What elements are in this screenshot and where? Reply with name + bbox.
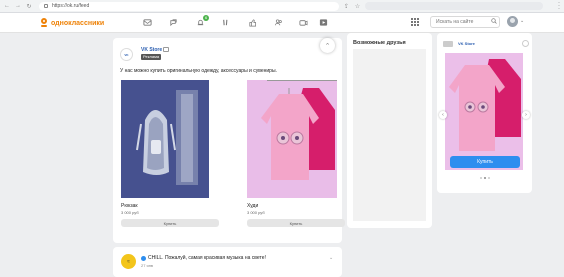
ok-logo[interactable]: одноклассники (40, 18, 104, 28)
product-card[interactable]: Рюкзак 3 000 руб Купить (121, 80, 226, 229)
hoodie-image[interactable] (247, 79, 337, 198)
collapse-button[interactable]: ⌃ (320, 38, 335, 53)
music-post-time: 27 янв (141, 263, 154, 268)
logo-text: одноклассники (51, 19, 105, 27)
music-post: ≈ CHILL. Пожалуй, самая красивая музыка … (113, 247, 342, 277)
forward-icon[interactable]: → (14, 2, 22, 10)
share-icon[interactable]: ⇪ (343, 3, 350, 10)
extensions-area (365, 2, 543, 10)
star-icon[interactable]: ☆ (354, 3, 361, 10)
music-icon[interactable] (318, 17, 328, 27)
post-author[interactable]: VK Store (141, 47, 162, 53)
friends-list (353, 49, 426, 221)
video-icon[interactable] (298, 17, 308, 27)
vk-store-avatar[interactable]: VK (120, 48, 133, 61)
chevron-down-icon[interactable]: ⌄ (329, 255, 333, 261)
ad-buy-button[interactable]: Купить (450, 156, 520, 168)
post-text: У нас можно купить оригинальную одежду, … (120, 68, 277, 74)
carousel-dots (480, 177, 490, 179)
browser-toolbar: ← → ↻ https://ok.ru/feed ⇪ ☆ · · · (0, 0, 564, 13)
buy-button[interactable]: Купить (121, 219, 219, 227)
events-icon[interactable] (247, 17, 257, 27)
friends-icon[interactable] (273, 17, 283, 27)
product-price: 3 000 руб (247, 210, 265, 215)
apps-grid-icon[interactable] (411, 18, 419, 26)
url-text: https://ok.ru/feed (52, 3, 90, 9)
product-card[interactable]: Худи 3 000 руб Купить (247, 79, 352, 229)
store-icon (163, 47, 169, 52)
product-title[interactable]: Худи (247, 203, 258, 209)
messages-icon[interactable] (142, 17, 152, 27)
chevron-down-icon[interactable]: ⌄ (520, 18, 524, 24)
product-title[interactable]: Рюкзак (121, 203, 138, 209)
search-input[interactable] (430, 16, 500, 28)
close-icon[interactable] (522, 40, 529, 47)
product-price: 3 000 руб (121, 210, 139, 215)
music-group-avatar[interactable]: ≈ (121, 254, 136, 269)
address-bar[interactable]: https://ok.ru/feed (39, 1, 339, 11)
back-icon[interactable]: ← (3, 2, 11, 10)
friends-title: Возможные друзья (353, 40, 406, 46)
ad-label-pill (443, 41, 454, 47)
ad-label: Реклама (141, 54, 162, 60)
ad-block: VK Store Купить ‹ › (437, 33, 532, 193)
browser-menu-icon[interactable]: · · · (557, 0, 561, 12)
ad-name[interactable]: VK Store (458, 41, 475, 46)
feed-post: VK VK Store Реклама ⌃ У нас можно купить… (113, 38, 345, 243)
buy-button[interactable]: Купить (247, 219, 345, 227)
verified-icon (141, 256, 146, 261)
reload-icon[interactable]: ↻ (25, 2, 33, 10)
lock-icon (44, 4, 48, 8)
possible-friends-panel: Возможные друзья (347, 33, 432, 228)
carousel-prev-icon[interactable]: ‹ (439, 111, 447, 119)
guests-icon[interactable] (220, 17, 230, 27)
discussions-icon[interactable] (168, 17, 178, 27)
search-icon[interactable] (491, 18, 497, 24)
backpack-image[interactable] (121, 80, 209, 198)
ok-logo-icon (40, 18, 48, 28)
music-post-title[interactable]: CHILL. Пожалуй, самая красивая музыка на… (148, 255, 266, 261)
carousel-next-icon[interactable]: › (522, 111, 530, 119)
ad-hoodie-image[interactable] (445, 53, 523, 170)
user-avatar[interactable] (507, 16, 518, 27)
